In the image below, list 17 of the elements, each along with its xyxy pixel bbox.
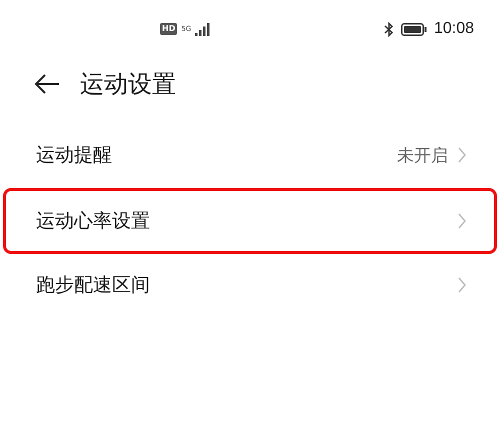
item-label: 运动提醒 <box>36 143 112 168</box>
item-label: 运动心率设置 <box>36 209 150 234</box>
chevron-icon <box>458 213 466 229</box>
bluetooth-icon <box>384 22 394 36</box>
battery-icon <box>400 22 427 36</box>
item-label: 跑步配速区间 <box>36 273 150 298</box>
clock-time: 10:08 <box>434 20 474 38</box>
settings-item[interactable]: 运动心率设置 <box>3 188 497 254</box>
signal-icon <box>195 22 212 36</box>
chevron-icon <box>458 277 466 293</box>
item-value: 未开启 <box>397 144 448 166</box>
chevron-icon <box>458 147 466 163</box>
settings-item[interactable]: 跑步配速区间 <box>3 254 497 316</box>
settings-item[interactable]: 运动提醒 未开启 <box>3 122 497 188</box>
page-title: 运动设置 <box>80 69 176 100</box>
back-arrow-icon[interactable] <box>34 73 60 95</box>
hd-badge: HD <box>160 23 178 35</box>
